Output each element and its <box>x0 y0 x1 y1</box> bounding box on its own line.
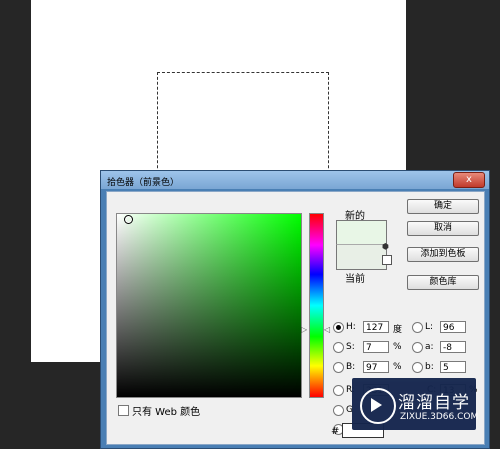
cancel-button[interactable]: 取消 <box>407 221 479 236</box>
brightness-unit: % <box>393 362 402 372</box>
hex-hash-label: # <box>331 426 340 437</box>
watermark-play-icon <box>371 398 382 412</box>
saturation-field[interactable]: 7 <box>363 341 389 353</box>
new-color-swatch <box>336 220 387 245</box>
lightness-field[interactable]: 96 <box>440 321 466 333</box>
dialog-title: 拾色器（前景色） <box>107 178 180 188</box>
current-color-swatch[interactable] <box>336 244 387 270</box>
b-channel-field[interactable]: 5 <box>440 361 466 373</box>
watermark-logo: 溜溜自学 ZIXUE.3D66.COM <box>352 378 479 430</box>
web-colors-only-label: 只有 Web 颜色 <box>132 407 201 418</box>
b-channel-label: b: <box>425 362 434 372</box>
a-channel-radio[interactable] <box>412 342 423 353</box>
web-colors-only-checkbox[interactable] <box>118 405 129 416</box>
watermark-title: 溜溜自学 <box>398 393 470 413</box>
hue-field[interactable]: 127 <box>363 321 389 333</box>
red-radio[interactable] <box>333 385 344 396</box>
out-of-gamut-cube-icon[interactable]: ⬢ <box>382 243 390 251</box>
current-color-label: 当前 <box>345 274 365 285</box>
saturation-unit: % <box>393 342 402 352</box>
green-radio[interactable] <box>333 405 344 416</box>
saturation-brightness-field[interactable] <box>116 213 302 398</box>
hue-label: H: <box>346 322 356 332</box>
selection-marquee <box>157 72 329 178</box>
hue-slider-right-handle-icon[interactable]: ◁ <box>324 325 330 334</box>
brightness-label: B: <box>346 362 356 372</box>
close-button[interactable]: x <box>453 172 485 188</box>
color-cursor[interactable] <box>124 215 133 224</box>
add-to-swatches-button[interactable]: 添加到色板 <box>407 247 479 262</box>
close-icon: x <box>466 174 472 185</box>
web-safe-color-swatch[interactable] <box>382 255 392 265</box>
lightness-label: L: <box>425 322 434 332</box>
color-libraries-button[interactable]: 颜色库 <box>407 275 479 290</box>
b-channel-radio[interactable] <box>412 362 423 373</box>
hue-radio[interactable] <box>333 322 344 333</box>
hue-slider-left-handle-icon[interactable]: ▷ <box>301 325 307 334</box>
lightness-radio[interactable] <box>412 322 423 333</box>
brightness-radio[interactable] <box>333 362 344 373</box>
brightness-field[interactable]: 97 <box>363 361 389 373</box>
a-channel-field[interactable]: -8 <box>440 341 466 353</box>
dialog-titlebar[interactable]: 拾色器（前景色） x <box>101 171 489 189</box>
hue-unit: 度 <box>393 325 403 335</box>
ok-button[interactable]: 确定 <box>407 199 479 214</box>
watermark-url: ZIXUE.3D66.COM <box>400 412 479 422</box>
hue-slider[interactable] <box>309 213 324 398</box>
saturation-radio[interactable] <box>333 342 344 353</box>
a-channel-label: a: <box>425 342 434 352</box>
saturation-label: S: <box>346 342 355 352</box>
